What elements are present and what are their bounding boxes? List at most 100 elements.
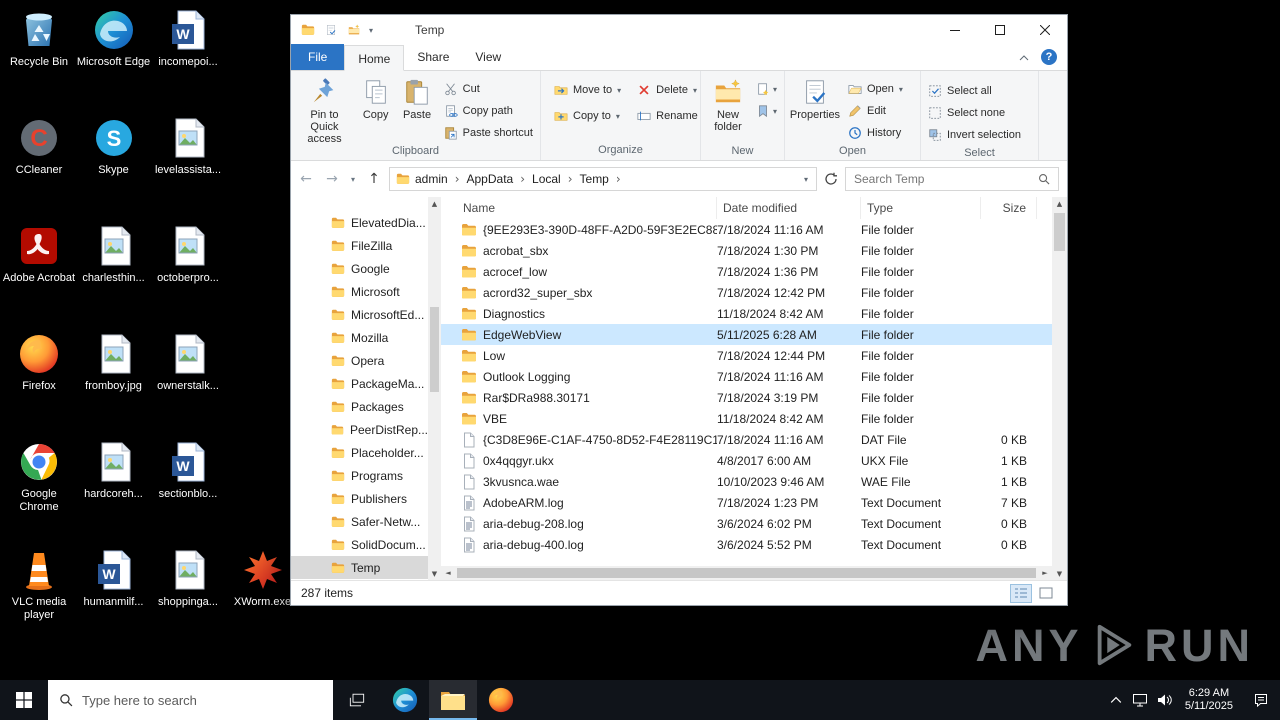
- nav-item-microsofted[interactable]: MicrosoftEd...: [291, 303, 428, 326]
- tab-home[interactable]: Home: [344, 45, 405, 71]
- desktop-icon-skype[interactable]: S Skype: [77, 116, 151, 177]
- nav-item-packagema[interactable]: PackageMa...: [291, 372, 428, 395]
- file-row-outlook-logging[interactable]: Outlook Logging 7/18/2024 11:16 AM File fo…: [441, 366, 1052, 387]
- refresh-button[interactable]: [821, 168, 841, 190]
- qat-properties-button[interactable]: [323, 22, 339, 38]
- back-button[interactable]: ←: [295, 168, 317, 190]
- scroll-up-icon[interactable]: ▲: [428, 197, 441, 210]
- file-row-edgewebview[interactable]: EdgeWebView 5/11/2025 6:28 AM File folder: [441, 324, 1052, 345]
- tab-file[interactable]: File: [291, 44, 345, 70]
- nav-item-packages[interactable]: Packages: [291, 395, 428, 418]
- rename-button[interactable]: Rename: [632, 105, 703, 127]
- scroll-down-icon[interactable]: ▼: [1052, 567, 1067, 580]
- tab-view[interactable]: View: [462, 44, 514, 70]
- nav-item-google[interactable]: Google: [291, 257, 428, 280]
- recent-locations-button[interactable]: ▾: [347, 168, 359, 190]
- breadcrumb-local[interactable]: Local: [527, 172, 566, 186]
- new-item-button[interactable]: ▾: [753, 80, 780, 98]
- column-header-name[interactable]: Name: [441, 197, 717, 219]
- file-row-acrocef-low[interactable]: acrocef_low 7/18/2024 1:36 PM File folder: [441, 261, 1052, 282]
- breadcrumb-temp[interactable]: Temp: [575, 172, 614, 186]
- desktop-icon-hardcoreh[interactable]: hardcoreh...: [77, 440, 151, 501]
- nav-item-programs[interactable]: Programs: [291, 464, 428, 487]
- history-button[interactable]: History: [843, 122, 908, 144]
- copy-button[interactable]: Copy: [356, 74, 395, 144]
- desktop-icon-firefox[interactable]: Firefox: [2, 332, 76, 393]
- move-to-button[interactable]: Move to ▾: [549, 79, 626, 101]
- up-button[interactable]: ↑: [363, 168, 385, 190]
- task-view-button[interactable]: [333, 680, 381, 720]
- file-row-9ee293e3-390d-48ff-a2d0-59f3e2ec88[interactable]: {9EE293E3-390D-48FF-A2D0-59F3E2EC88... 7/…: [441, 219, 1052, 240]
- select-all-button[interactable]: Select all: [923, 80, 1026, 102]
- scroll-up-icon[interactable]: ▲: [1052, 197, 1067, 210]
- details-view-button[interactable]: [1010, 583, 1032, 603]
- desktop-icon-octoberpro[interactable]: octoberpro...: [151, 224, 225, 285]
- desktop-icon-levelassista[interactable]: levelassista...: [151, 116, 225, 177]
- scrollbar-thumb[interactable]: [1054, 213, 1065, 251]
- forward-button[interactable]: →: [321, 168, 343, 190]
- scroll-down-icon[interactable]: ▼: [428, 567, 441, 580]
- desktop-icon-ccleaner[interactable]: C CCleaner: [2, 116, 76, 177]
- column-header-type[interactable]: Type: [861, 197, 981, 219]
- taskbar-search[interactable]: Type here to search: [48, 680, 333, 720]
- vertical-scrollbar[interactable]: ▲ ▼: [1052, 197, 1067, 580]
- tray-network-button[interactable]: [1128, 680, 1152, 720]
- navigation-scrollbar[interactable]: ▲ ▼: [428, 197, 441, 580]
- scroll-right-icon[interactable]: ►: [1038, 569, 1052, 577]
- action-center-button[interactable]: [1242, 680, 1280, 720]
- tray-volume-button[interactable]: [1152, 680, 1176, 720]
- start-button[interactable]: [0, 680, 48, 720]
- desktop-icon-microsoft-edge[interactable]: Microsoft Edge: [77, 8, 151, 69]
- new-folder-button[interactable]: New folder: [703, 74, 753, 144]
- title-bar[interactable]: ▾ Temp: [291, 15, 1067, 45]
- file-row-rar-dra988-30171[interactable]: Rar$DRa988.30171 7/18/2024 3:19 PM File fo…: [441, 387, 1052, 408]
- nav-item-publishers[interactable]: Publishers: [291, 487, 428, 510]
- column-header-date-modified[interactable]: Date modified: [717, 197, 861, 219]
- easy-access-button[interactable]: ▾: [753, 102, 780, 120]
- taskbar-clock[interactable]: 6:29 AM 5/11/2025: [1176, 687, 1242, 713]
- desktop-icon-sectionblo[interactable]: Wsectionblo...: [151, 440, 225, 501]
- desktop-icon-vlc-media-player[interactable]: VLC media player: [2, 548, 76, 622]
- nav-item-safer-netw[interactable]: Safer-Netw...: [291, 510, 428, 533]
- maximize-button[interactable]: [977, 15, 1022, 45]
- nav-item-mozilla[interactable]: Mozilla: [291, 326, 428, 349]
- edit-button[interactable]: Edit: [843, 100, 908, 122]
- desktop-icon-charlesthin[interactable]: charlesthin...: [77, 224, 151, 285]
- file-row-low[interactable]: Low 7/18/2024 12:44 PM File folder: [441, 345, 1052, 366]
- breadcrumb-appdata[interactable]: AppData: [462, 172, 519, 186]
- breadcrumb[interactable]: admin › AppData › Local › Temp › ▾: [389, 167, 817, 191]
- file-row-diagnostics[interactable]: Diagnostics 11/18/2024 8:42 AM File folder: [441, 303, 1052, 324]
- scrollbar-thumb[interactable]: [430, 307, 439, 392]
- desktop-icon-shoppinga[interactable]: shoppinga...: [151, 548, 225, 609]
- column-header-size[interactable]: Size: [981, 197, 1037, 219]
- desktop-icon-incomepoi[interactable]: Wincomepoi...: [151, 8, 225, 69]
- select-none-button[interactable]: Select none: [923, 102, 1026, 124]
- help-button[interactable]: ?: [1041, 49, 1057, 65]
- taskbar-file-explorer-button[interactable]: [429, 680, 477, 720]
- desktop-icon-adobe-acrobat[interactable]: Adobe Acrobat: [2, 224, 76, 285]
- file-row-0x4qqgyr-ukx[interactable]: 0x4qqgyr.ukx 4/8/2017 6:00 AM UKX File 1 KB: [441, 450, 1052, 471]
- delete-button[interactable]: Delete ▾: [632, 79, 703, 101]
- hidden-icons-button[interactable]: [1104, 680, 1128, 720]
- qat-new-folder-button[interactable]: [346, 22, 362, 38]
- file-row-acrobat-sbx[interactable]: acrobat_sbx 7/18/2024 1:30 PM File folder: [441, 240, 1052, 261]
- qat-customize-button[interactable]: ▾: [369, 26, 373, 35]
- desktop-icon-xworm-exe[interactable]: XWorm.exe: [226, 548, 300, 609]
- desktop-icon-recycle-bin[interactable]: Recycle Bin: [2, 8, 76, 69]
- horizontal-scrollbar[interactable]: ◄ ►: [441, 566, 1052, 580]
- file-row-aria-debug-400-log[interactable]: aria-debug-400.log 3/6/2024 5:52 PM Text D…: [441, 534, 1052, 555]
- collapse-ribbon-button[interactable]: [1019, 50, 1029, 64]
- search-input[interactable]: Search Temp: [845, 167, 1059, 191]
- nav-item-elevateddia[interactable]: ElevatedDia...: [291, 211, 428, 234]
- taskbar-edge-button[interactable]: [381, 680, 429, 720]
- paste-button[interactable]: Paste: [395, 74, 438, 144]
- invert-selection-button[interactable]: Invert selection: [923, 124, 1026, 146]
- nav-item-microsoft[interactable]: Microsoft: [291, 280, 428, 303]
- desktop-icon-google-chrome[interactable]: Google Chrome: [2, 440, 76, 514]
- file-row-vbe[interactable]: VBE 11/18/2024 8:42 AM File folder: [441, 408, 1052, 429]
- file-row-adobearm-log[interactable]: AdobeARM.log 7/18/2024 1:23 PM Text Docume…: [441, 492, 1052, 513]
- nav-item-peerdistrep[interactable]: PeerDistRep...: [291, 418, 428, 441]
- breadcrumb-admin[interactable]: admin: [410, 172, 453, 186]
- paste-shortcut-button[interactable]: Paste shortcut: [439, 122, 538, 144]
- file-row-aria-debug-208-log[interactable]: aria-debug-208.log 3/6/2024 6:02 PM Text D…: [441, 513, 1052, 534]
